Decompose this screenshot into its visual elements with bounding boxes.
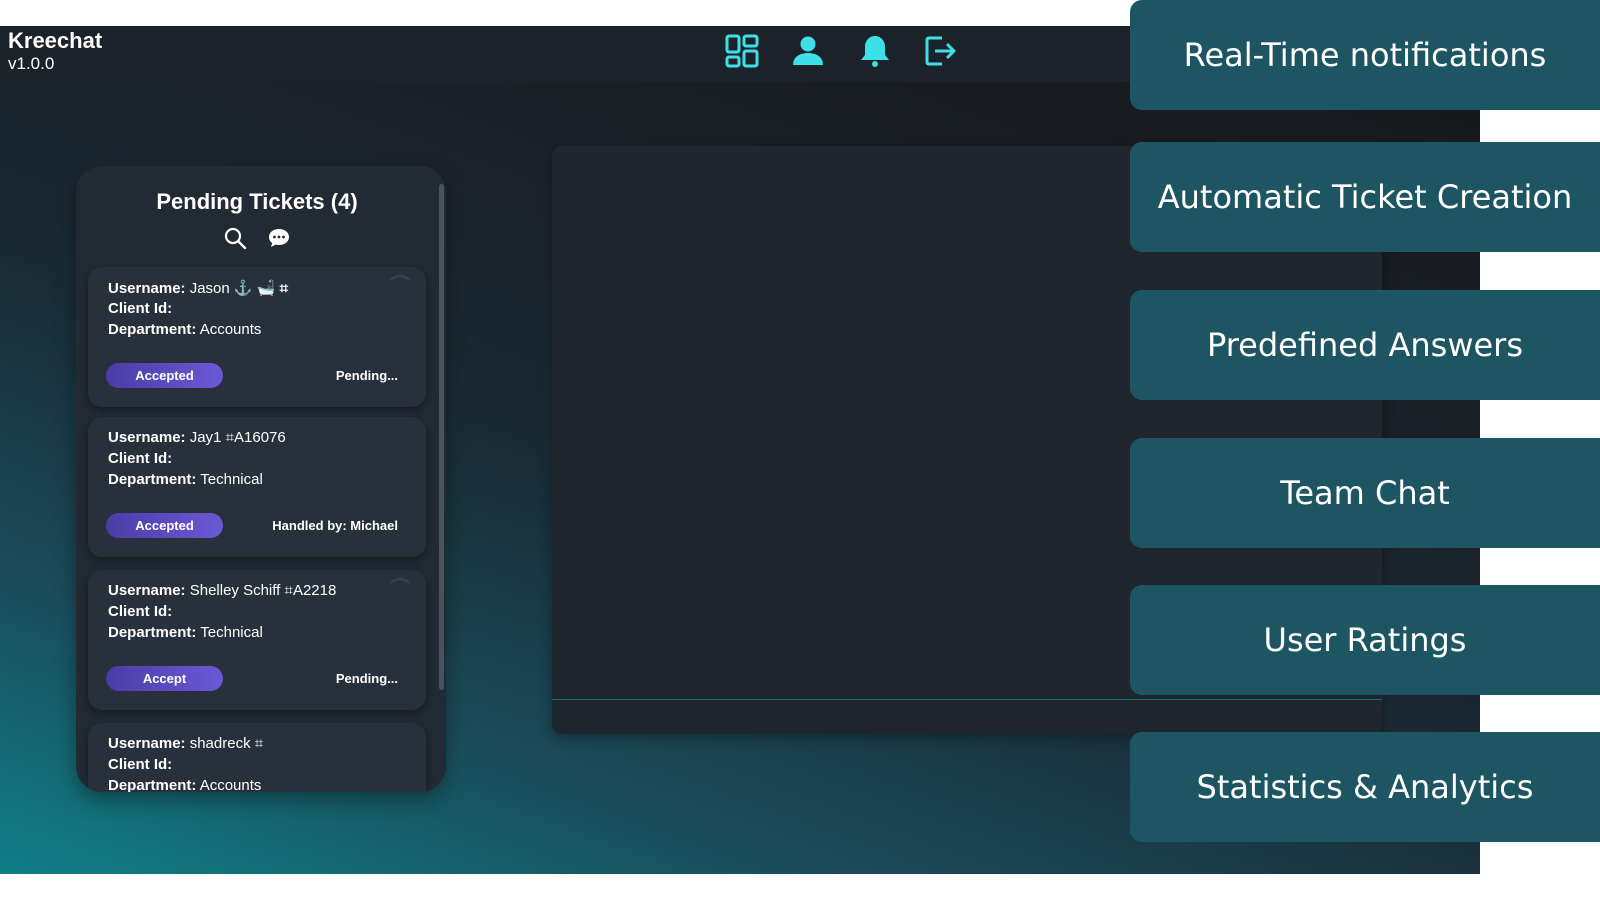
department-value: Accounts — [199, 321, 262, 338]
ticket-username-line: Username: shadreck ⌗ — [108, 735, 263, 752]
loading-spinner-icon — [386, 578, 414, 606]
username-value: Jay1 — [189, 429, 222, 446]
feature-card-predefined-answers: Predefined Answers — [1130, 290, 1600, 400]
ticket-client-line: Client Id: — [108, 300, 172, 317]
ticket-username-line: Username: Jason ⚓ 🛁 ⌗ — [108, 279, 288, 297]
ticket-client-line: Client Id: — [108, 756, 172, 773]
chat-bubble-icon[interactable] — [267, 226, 291, 250]
department-label: Department: — [108, 321, 197, 338]
pending-tickets-panel: Pending Tickets (4) Username: Jason ⚓ 🛁 … — [76, 166, 446, 792]
department-value: Accounts — [199, 777, 262, 792]
ticket-client-line: Client Id: — [108, 603, 172, 620]
username-suffix: ⌗ — [254, 735, 264, 752]
feature-card-team-chat: Team Chat — [1130, 438, 1600, 548]
search-icon[interactable] — [223, 226, 247, 250]
client-id-label: Client Id: — [108, 300, 173, 317]
ticket-card[interactable]: Username: Jason ⚓ 🛁 ⌗ Client Id: Departm… — [88, 267, 426, 407]
username-suffix: ⌗A2218 — [284, 582, 337, 599]
feature-card-user-ratings: User Ratings — [1130, 585, 1600, 695]
ticket-username-line: Username: Shelley Schiff ⌗A2218 — [108, 582, 336, 599]
username-value: Jason — [189, 280, 230, 297]
brand-name: Kreechat — [8, 28, 103, 53]
logout-icon[interactable] — [922, 33, 958, 69]
client-id-label: Client Id: — [108, 450, 173, 467]
ticket-department-line: Department: Accounts — [108, 321, 261, 338]
panel-toolbar — [76, 226, 438, 252]
ticket-department-line: Department: Technical — [108, 624, 263, 641]
ticket-card[interactable]: Username: Jay1 ⌗A16076 Client Id: Depart… — [88, 417, 426, 557]
ticket-department-line: Department: Technical — [108, 471, 263, 488]
username-label: Username: — [108, 429, 186, 446]
status-badge[interactable]: Accepted — [106, 513, 223, 538]
app-version: v1.0.0 — [8, 54, 55, 73]
ticket-department-line: Department: Accounts — [108, 777, 261, 792]
chat-input-divider — [552, 699, 1382, 700]
status-badge[interactable]: Accepted — [106, 363, 223, 388]
username-suffix: ⚓ 🛁 ⌗ — [233, 280, 289, 297]
username-label: Username: — [108, 735, 186, 752]
panel-title: Pending Tickets (4) — [156, 189, 358, 214]
scrollbar-thumb[interactable] — [439, 184, 444, 690]
username-value: shadreck — [189, 735, 251, 752]
username-label: Username: — [108, 582, 186, 599]
client-id-label: Client Id: — [108, 603, 173, 620]
username-value: Shelley Schiff — [189, 582, 281, 599]
department-label: Department: — [108, 471, 197, 488]
department-value: Technical — [200, 471, 263, 488]
client-id-label: Client Id: — [108, 756, 173, 773]
ticket-card[interactable]: Username: shadreck ⌗ Client Id: Departme… — [88, 723, 426, 792]
ticket-status-note: Handled by: Michael — [272, 518, 398, 533]
dashboard-icon[interactable] — [724, 33, 760, 69]
username-label: Username: — [108, 280, 186, 297]
feature-card-statistics-analytics: Statistics & Analytics — [1130, 732, 1600, 842]
user-icon[interactable] — [790, 33, 826, 69]
department-label: Department: — [108, 777, 197, 792]
scroll-up-arrow[interactable] — [439, 170, 445, 174]
feature-card-realtime-notifications: Real-Time notifications — [1130, 0, 1600, 110]
ticket-status-note: Pending... — [335, 671, 398, 686]
department-label: Department: — [108, 624, 197, 641]
ticket-username-line: Username: Jay1 ⌗A16076 — [108, 429, 286, 446]
ticket-status-note: Pending... — [335, 368, 398, 383]
ticket-client-line: Client Id: — [108, 450, 172, 467]
ticket-card[interactable]: Username: Shelley Schiff ⌗A2218 Client I… — [88, 570, 426, 710]
department-value: Technical — [200, 624, 263, 641]
bell-icon[interactable] — [857, 33, 893, 69]
accept-button[interactable]: Accept — [106, 666, 223, 691]
feature-card-automatic-ticket-creation: Automatic Ticket Creation — [1130, 142, 1600, 252]
username-suffix: ⌗A16076 — [225, 429, 286, 446]
loading-spinner-icon — [386, 275, 414, 303]
